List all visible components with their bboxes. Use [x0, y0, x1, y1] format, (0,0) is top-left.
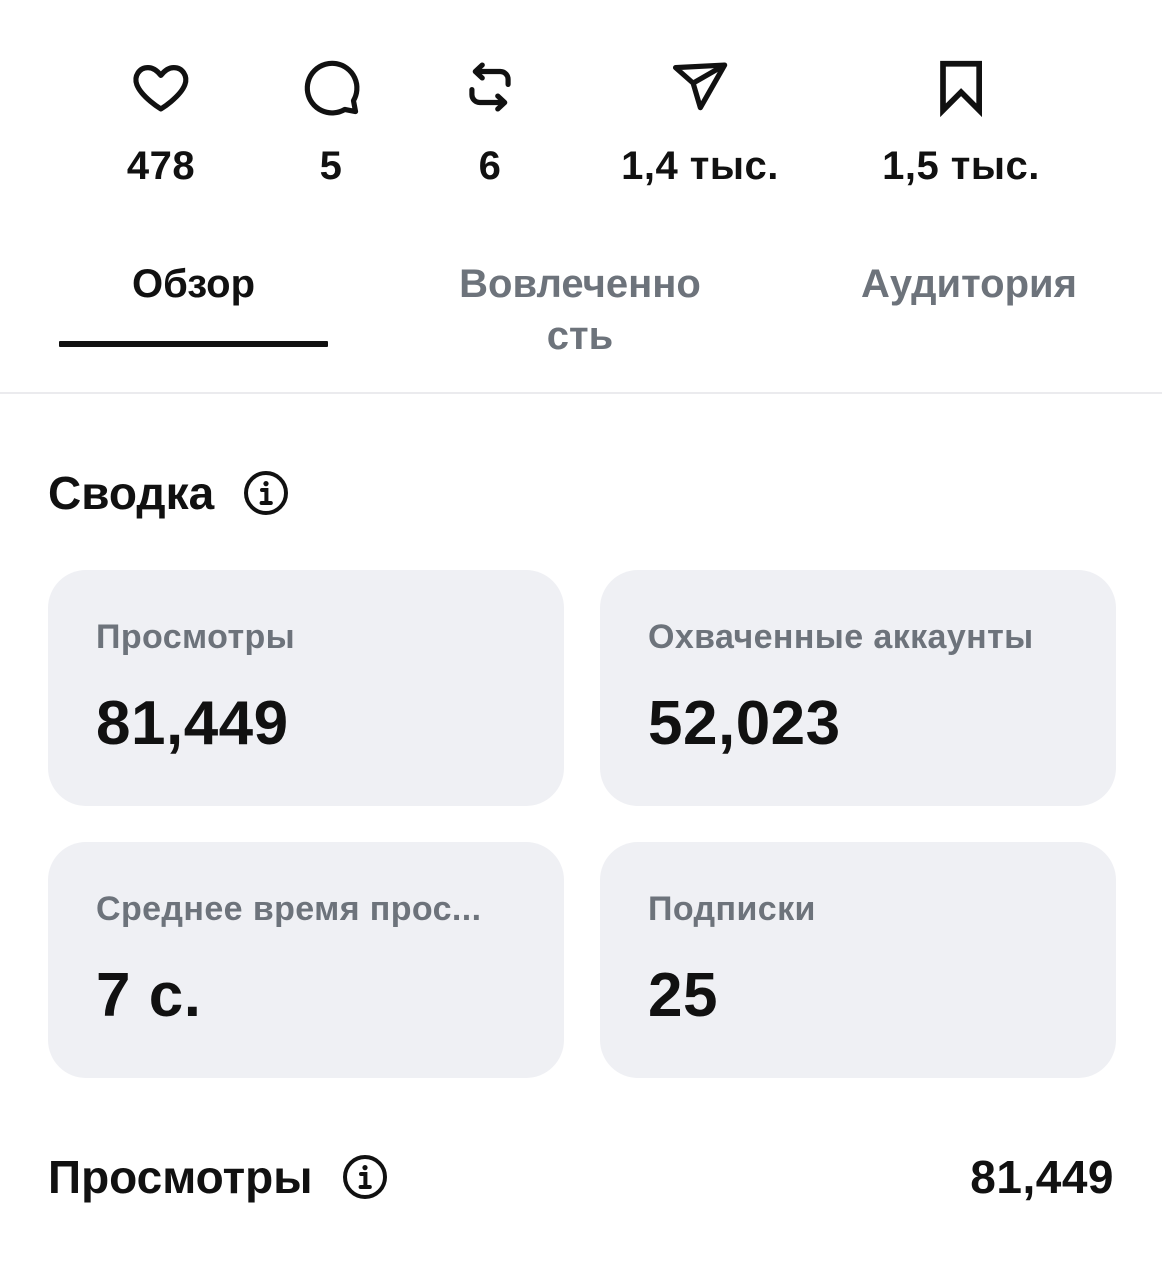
shares-stat[interactable]: 1,4 тыс. — [621, 56, 779, 189]
heart-icon — [130, 56, 192, 118]
tab-overview[interactable]: Обзор — [59, 258, 328, 310]
views-heading: Просмотры — [48, 1150, 389, 1204]
tab-audience-label: Аудитория — [861, 262, 1077, 306]
accounts-reached-card[interactable]: Охваченные аккаунты 52,023 — [600, 570, 1116, 806]
views-total-value: 81,449 — [970, 1151, 1114, 1203]
tab-engagement-label-line2: сть — [546, 314, 614, 358]
shares-count: 1,4 тыс. — [621, 144, 779, 188]
saves-count: 1,5 тыс. — [882, 144, 1040, 188]
card-value: 7 с. — [96, 961, 202, 1030]
summary-heading: Сводка — [48, 466, 290, 520]
comments-stat[interactable]: 5 — [300, 56, 362, 189]
card-value: 81,449 — [96, 689, 289, 758]
tab-audience[interactable]: Аудитория — [840, 258, 1098, 310]
card-value: 52,023 — [648, 689, 841, 758]
repost-icon — [459, 56, 521, 118]
card-value: 25 — [648, 961, 718, 1030]
views-card[interactable]: Просмотры 81,449 — [48, 570, 564, 806]
info-icon[interactable] — [341, 1153, 389, 1201]
info-icon[interactable] — [242, 469, 290, 517]
comments-count: 5 — [319, 144, 343, 188]
avg-watch-time-card[interactable]: Среднее время прос... 7 с. — [48, 842, 564, 1078]
reposts-stat[interactable]: 6 — [459, 56, 521, 189]
reposts-count: 6 — [478, 144, 502, 188]
tabs-divider — [0, 392, 1162, 394]
views-title: Просмотры — [48, 1151, 313, 1203]
follows-card[interactable]: Подписки 25 — [600, 842, 1116, 1078]
card-label: Среднее время прос... — [96, 890, 482, 928]
card-label: Подписки — [648, 890, 816, 928]
card-label: Охваченные аккаунты — [648, 618, 1034, 656]
card-label: Просмотры — [96, 618, 296, 656]
bookmark-icon — [930, 56, 992, 118]
likes-stat[interactable]: 478 — [127, 56, 195, 189]
summary-title: Сводка — [48, 467, 215, 519]
tab-engagement-label-line1: Вовлеченно — [459, 262, 701, 306]
likes-count: 478 — [126, 144, 196, 188]
comment-icon — [300, 56, 362, 118]
share-icon — [669, 56, 731, 118]
tab-overview-label: Обзор — [131, 262, 256, 306]
saves-stat[interactable]: 1,5 тыс. — [882, 56, 1040, 189]
tab-engagement[interactable]: Вовлеченно сть — [430, 258, 730, 362]
active-tab-indicator — [59, 341, 328, 347]
